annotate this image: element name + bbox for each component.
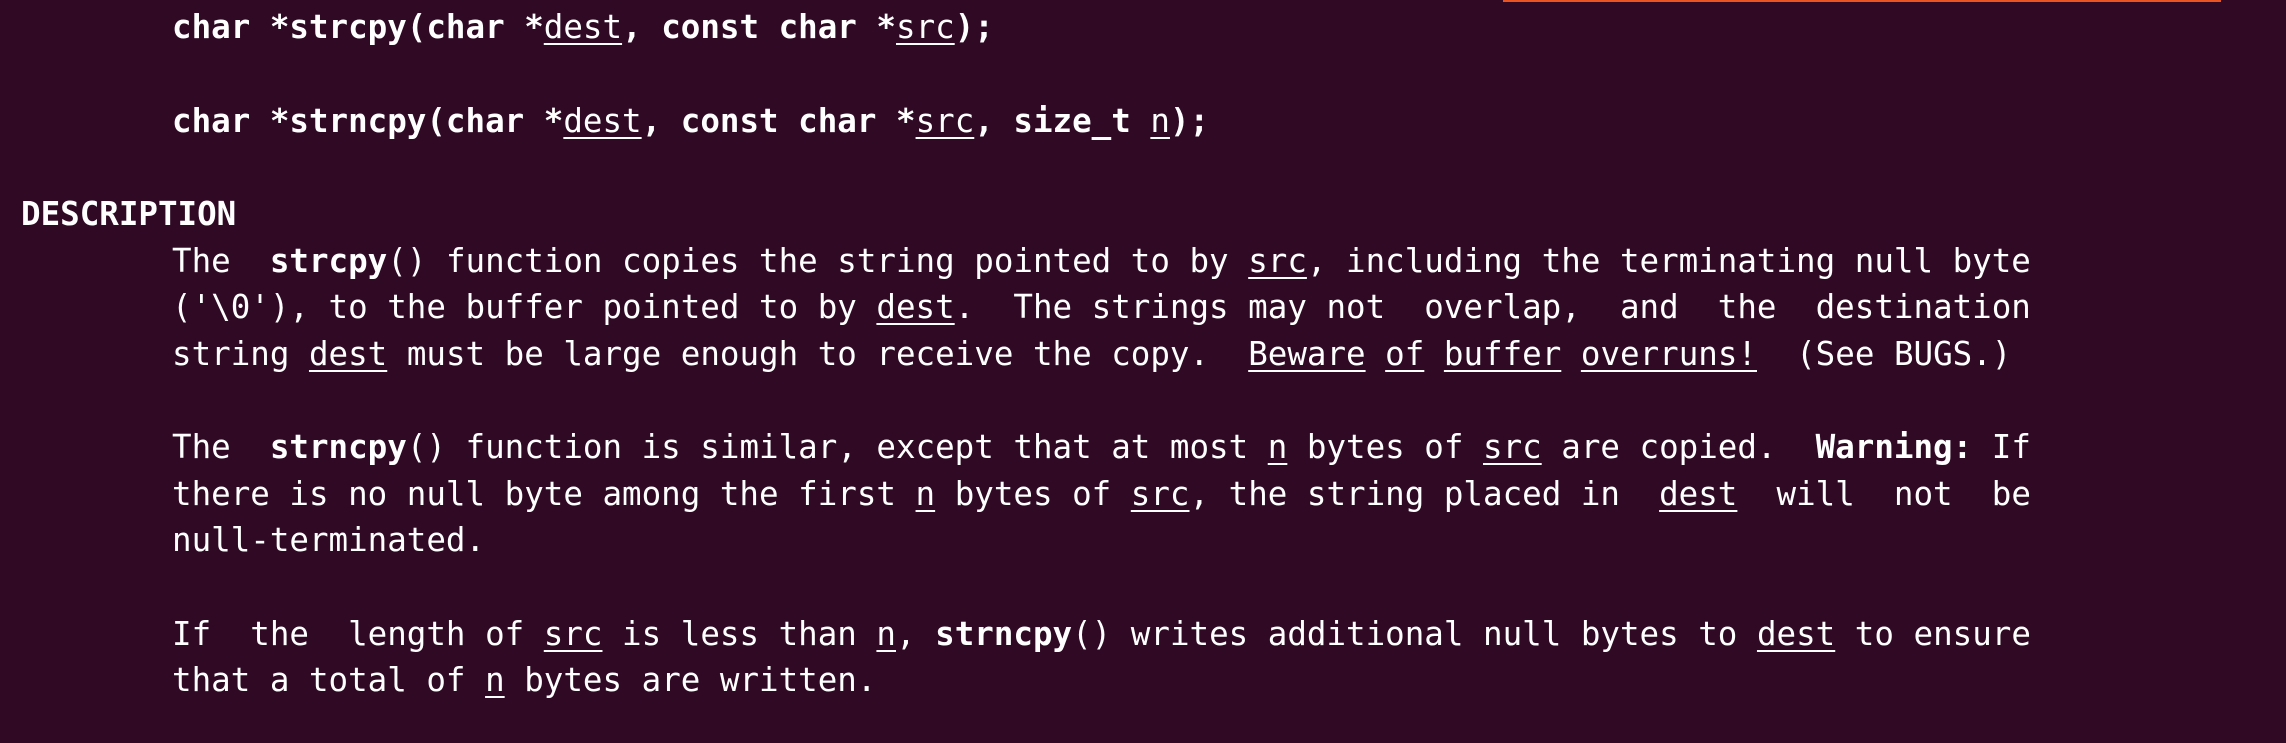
p2l2-src: src	[1130, 475, 1190, 513]
desc-p1-line3: string dest must be large enough to rece…	[172, 331, 2011, 377]
p1l3-w4: overruns!	[1580, 335, 1757, 373]
p3l1-src: src	[543, 615, 603, 653]
p1l2-a: ('\0'), to the buffer pointed to by	[172, 288, 877, 326]
p1l3-w3: buffer	[1443, 335, 1562, 373]
syn2-part2: , const char *	[641, 102, 916, 140]
p1l3-w1: Beware	[1248, 335, 1366, 373]
p3l1-d: () writes additional null bytes to	[1072, 615, 1757, 653]
p3l1-e: to ensure	[1835, 615, 2031, 653]
p3l1-a: If the length of	[172, 615, 544, 653]
desc-p2-line2: there is no null byte among the first n …	[172, 471, 2031, 517]
p2l2-c: , the string placed in	[1189, 475, 1660, 513]
p1l3-s2	[1424, 335, 1444, 373]
desc-p2-line1: The strncpy() function is similar, excep…	[172, 424, 2031, 470]
p2l1-src: src	[1483, 428, 1542, 466]
syn2-dest-param: dest	[563, 102, 642, 140]
desc-p1-line1: The strcpy() function copies the string …	[172, 238, 2031, 284]
p1l3-s1	[1366, 335, 1386, 373]
syn2-part1: char *strncpy(char *	[172, 102, 564, 140]
p2l2-b: bytes of	[935, 475, 1131, 513]
syn1-part1: char *strcpy(char *	[172, 8, 544, 46]
p1l1-c: , including the terminating null byte	[1306, 242, 2031, 280]
p2l1-d: are copied.	[1541, 428, 1816, 466]
p2l1-fn: strncpy	[269, 428, 407, 466]
p3l1-c: ,	[896, 615, 936, 653]
p2l2-dest: dest	[1659, 475, 1738, 513]
p1l3-dest: dest	[308, 335, 388, 373]
p1l1-a: The	[172, 242, 270, 280]
desc-p3-line2: that a total of n bytes are written.	[172, 657, 876, 703]
p2l1-a: The	[172, 428, 270, 466]
p1l2-dest: dest	[876, 288, 955, 326]
syn1-part3: );	[954, 8, 994, 46]
p1l1-fn: strcpy	[269, 242, 388, 280]
p2l1-warning: Warning:	[1815, 428, 1973, 466]
syn2-part4: );	[1169, 102, 1210, 140]
p3l2-b: bytes are written.	[504, 661, 877, 699]
syn1-dest-param: dest	[543, 8, 623, 46]
syn2-src-param: src	[915, 102, 975, 140]
syn2-part3: , size_t	[974, 102, 1151, 140]
p3l1-fn: strncpy	[935, 615, 1073, 653]
p1l3-w2: of	[1385, 335, 1425, 373]
p1l3-b: must be large enough to receive the copy…	[387, 335, 1249, 373]
section-heading-description: DESCRIPTION	[21, 195, 237, 233]
p2l1-b: () function is similar, except that at m…	[406, 428, 1268, 466]
p2l1-c: bytes of	[1287, 428, 1483, 466]
synopsis-strncpy: char *strncpy(char *dest, const char *sr…	[172, 98, 1209, 144]
p2l1-n: n	[1267, 428, 1288, 466]
desc-p3-line1: If the length of src is less than n, str…	[172, 611, 2031, 657]
syn1-src-param: src	[896, 8, 955, 46]
p3l1-b: is less than	[602, 615, 877, 653]
desc-p1-line2: ('\0'), to the buffer pointed to by dest…	[172, 284, 2031, 330]
syn2-n-param: n	[1150, 102, 1170, 140]
p3l2-n: n	[485, 661, 505, 699]
desc-p2-line3: null-terminated.	[172, 521, 486, 559]
terminal-window[interactable]: char *strcpy(char *dest, const char *src…	[0, 0, 2286, 743]
window-accent-bar	[1503, 0, 2221, 2]
p1l3-s3	[1561, 335, 1581, 373]
synopsis-strcpy: char *strcpy(char *dest, const char *src…	[172, 4, 994, 50]
p1l3-c: (See BUGS.)	[1756, 335, 2012, 373]
p2l2-n: n	[915, 475, 936, 513]
p1l3-a: string	[172, 335, 309, 373]
p1l1-src: src	[1248, 242, 1307, 280]
p1l2-b: . The strings may not overlap, and the d…	[954, 288, 2031, 326]
p1l1-b: () function copies the string pointed to…	[387, 242, 1249, 280]
p2l1-e: If	[1972, 428, 2031, 466]
p3l2-a: that a total of	[172, 661, 486, 699]
p2l2-a: there is no null byte among the first	[172, 475, 916, 513]
p3l1-dest: dest	[1756, 615, 1836, 653]
syn1-part2: , const char *	[622, 8, 896, 46]
p2l2-d: will not be	[1737, 475, 2031, 513]
p3l1-n: n	[876, 615, 896, 653]
